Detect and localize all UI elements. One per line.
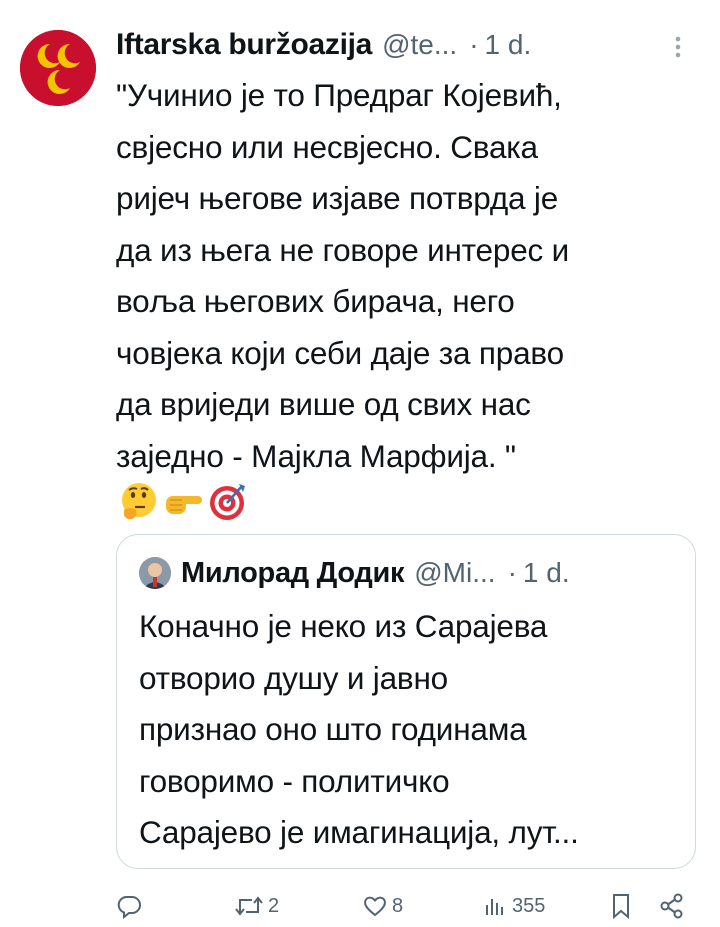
tweet-timestamp[interactable]: 1 d. bbox=[485, 29, 532, 61]
quoted-tweet-header: Милорад Додик @Mi... · 1 d. bbox=[139, 553, 679, 593]
quoted-tweet-text: Коначно је неко из Сарајева отворио душу… bbox=[139, 608, 579, 850]
retweet-icon bbox=[234, 893, 264, 919]
share-button[interactable] bbox=[658, 886, 686, 926]
pointing-right-hand-icon bbox=[162, 480, 204, 522]
bookmark-icon bbox=[608, 892, 634, 920]
quoted-tweet[interactable]: Милорад Додик @Mi... · 1 d. Коначно је н… bbox=[116, 534, 696, 869]
quoted-author-avatar[interactable] bbox=[139, 557, 171, 589]
retweet-button[interactable]: 2 bbox=[234, 886, 279, 926]
heart-icon bbox=[362, 893, 388, 919]
reply-icon bbox=[116, 893, 142, 919]
author-handle[interactable]: @te... bbox=[382, 29, 457, 61]
more-options-icon[interactable] bbox=[666, 32, 690, 62]
views-count: 355 bbox=[512, 894, 546, 917]
thinking-face-icon bbox=[118, 480, 160, 522]
author-name[interactable]: Iftarska buržoazija bbox=[116, 28, 372, 62]
tweet-text: "Учинио је то Предраг Којевић, свјесно и… bbox=[116, 77, 570, 474]
quoted-timestamp[interactable]: 1 d. bbox=[523, 557, 570, 589]
views-bar-chart-icon bbox=[482, 893, 508, 919]
quoted-author-handle[interactable]: @Mi... bbox=[414, 557, 495, 589]
like-count: 8 bbox=[392, 894, 404, 917]
quoted-separator-dot: · bbox=[507, 557, 517, 588]
share-icon bbox=[658, 892, 686, 920]
direct-hit-target-icon bbox=[206, 480, 248, 522]
author-avatar[interactable] bbox=[20, 30, 96, 106]
quoted-author-name[interactable]: Милорад Додик bbox=[181, 557, 405, 590]
like-button[interactable]: 8 bbox=[362, 886, 403, 926]
tweet-header: Iftarska buržoazija @te... · 1 d. bbox=[116, 22, 696, 68]
retweet-count: 2 bbox=[268, 894, 280, 917]
emoji-row bbox=[118, 480, 248, 522]
separator-dot: · bbox=[469, 29, 479, 60]
views-button[interactable]: 355 bbox=[482, 886, 545, 926]
tweet-action-bar: 2 8 355 bbox=[116, 886, 716, 926]
bookmark-button[interactable] bbox=[608, 886, 634, 926]
reply-button[interactable] bbox=[116, 886, 146, 926]
